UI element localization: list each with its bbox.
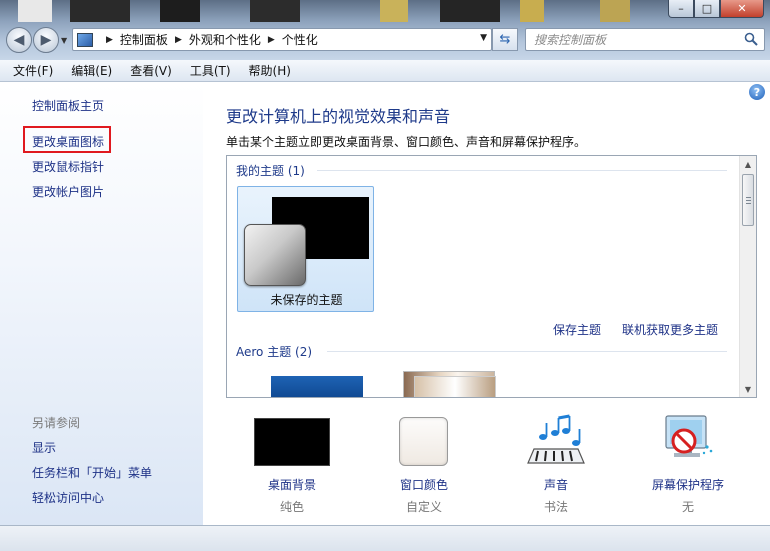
save-theme-link[interactable]: 保存主题 <box>553 321 601 338</box>
titlebar-background-strip <box>0 0 770 22</box>
help-icon[interactable]: ? <box>749 84 765 100</box>
window-titlebar: – □ ✕ ◀ ▶ ▼ ▶ 控制面板 ▶ 外观和个性化 ▶ 个性化 ▼ ⇆ <box>0 0 770 60</box>
main-content: ? 更改计算机上的视觉效果和声音 单击某个主题立即更改桌面背景、窗口颜色、声音和… <box>203 83 770 525</box>
breadcrumb-personalization[interactable]: 个性化 <box>282 31 318 48</box>
aero-theme-thumbnail-overlay <box>414 376 496 397</box>
ease-of-access-link[interactable]: 轻松访问中心 <box>32 489 104 506</box>
scroll-grip <box>746 203 751 204</box>
breadcrumb-control-panel[interactable]: 控制面板 <box>120 31 168 48</box>
menu-help[interactable]: 帮助(H) <box>237 62 297 79</box>
status-bar <box>0 525 770 551</box>
breadcrumb-arrow-icon[interactable]: ▶ <box>268 35 275 45</box>
maximize-button[interactable]: □ <box>694 0 720 18</box>
setting-value: 无 <box>681 500 694 514</box>
page-subtitle: 单击某个主题立即更改桌面背景、窗口颜色、声音和屏幕保护程序。 <box>226 135 587 149</box>
scroll-grip <box>746 200 751 201</box>
scroll-up-icon[interactable]: ▲ <box>740 156 756 172</box>
window-color-icon <box>364 413 484 468</box>
screensaver-icon <box>628 413 748 468</box>
scroll-grip <box>746 197 751 198</box>
theme-list-scrollbar[interactable]: ▲ ▼ <box>739 156 756 397</box>
my-themes-group-label: 我的主题 (1) <box>236 164 305 178</box>
theme-glass-preview <box>244 224 306 286</box>
sound-setting[interactable]: 声音 书法 <box>496 413 616 515</box>
desktop-background-preview <box>254 418 330 466</box>
control-panel-icon <box>77 32 93 47</box>
window-color-setting[interactable]: 窗口颜色 自定义 <box>364 413 484 515</box>
breadcrumb: ▶ 控制面板 ▶ 外观和个性化 ▶ 个性化 <box>99 31 318 48</box>
change-desktop-icons-link[interactable]: 更改桌面图标 <box>32 133 104 150</box>
group-divider <box>327 351 727 352</box>
address-dropdown-icon[interactable]: ▼ <box>480 33 487 43</box>
theme-list[interactable]: 我的主题 (1) 未保存的主题 保存主题 联机获取更多主题 Aero 主题 (2… <box>226 155 757 398</box>
breadcrumb-appearance[interactable]: 外观和个性化 <box>189 31 261 48</box>
display-link[interactable]: 显示 <box>32 439 56 456</box>
menu-view[interactable]: 查看(V) <box>118 62 178 79</box>
window-controls: – □ ✕ <box>668 0 764 18</box>
address-bar[interactable]: ▶ 控制面板 ▶ 外观和个性化 ▶ 个性化 ▼ <box>72 28 492 51</box>
aero-themes-group-label: Aero 主题 (2) <box>236 345 313 359</box>
aero-theme-thumbnail[interactable] <box>271 376 363 397</box>
desktop-background-setting[interactable]: 桌面背景 纯色 <box>232 413 352 515</box>
back-arrow-icon: ◀ <box>13 32 25 48</box>
setting-value: 书法 <box>543 500 568 514</box>
close-button[interactable]: ✕ <box>720 0 764 18</box>
see-also-label: 另请参阅 <box>32 416 81 430</box>
page-title: 更改计算机上的视觉效果和声音 <box>226 107 451 126</box>
menu-bar: 文件(F) 编辑(E) 查看(V) 工具(T) 帮助(H) <box>0 60 770 82</box>
menu-edit[interactable]: 编辑(E) <box>59 62 118 79</box>
setting-value: 自定义 <box>405 500 442 514</box>
refresh-icon: ⇆ <box>499 32 511 47</box>
taskbar-start-menu-link[interactable]: 任务栏和「开始」菜单 <box>32 464 152 481</box>
refresh-button[interactable]: ⇆ <box>492 28 518 51</box>
sound-icon <box>496 413 616 468</box>
window-color-preview <box>399 417 448 466</box>
sound-icon-graphic <box>527 414 585 464</box>
menu-tools[interactable]: 工具(T) <box>178 62 237 79</box>
search-icon[interactable] <box>744 32 758 46</box>
breadcrumb-arrow-icon[interactable]: ▶ <box>175 35 182 45</box>
setting-value: 纯色 <box>279 500 304 514</box>
left-nav-pane: 控制面板主页 更改桌面图标 更改鼠标指针 更改帐户图片 另请参阅 显示 任务栏和… <box>0 83 203 525</box>
theme-name: 未保存的主题 <box>270 293 343 307</box>
setting-label[interactable]: 声音 <box>496 476 616 493</box>
change-account-picture-link[interactable]: 更改帐户图片 <box>32 183 104 200</box>
breadcrumb-arrow-icon[interactable]: ▶ <box>106 35 113 45</box>
search-box <box>525 28 765 51</box>
get-more-themes-link[interactable]: 联机获取更多主题 <box>622 321 718 338</box>
search-input[interactable] <box>526 29 736 50</box>
setting-label[interactable]: 屏幕保护程序 <box>628 476 748 493</box>
group-divider <box>317 170 727 171</box>
scroll-thumb[interactable] <box>742 174 754 226</box>
setting-label[interactable]: 桌面背景 <box>232 476 352 493</box>
menu-file[interactable]: 文件(F) <box>0 62 59 79</box>
unsaved-theme-tile[interactable]: 未保存的主题 <box>237 186 374 312</box>
screensaver-icon-graphic <box>665 415 713 457</box>
desktop-background-icon <box>232 413 352 468</box>
recent-pages-dropdown-icon[interactable]: ▼ <box>61 36 67 45</box>
back-button[interactable]: ◀ <box>6 27 32 53</box>
setting-label[interactable]: 窗口颜色 <box>364 476 484 493</box>
forward-arrow-icon: ▶ <box>40 32 52 48</box>
forward-button[interactable]: ▶ <box>33 27 59 53</box>
minimize-button[interactable]: – <box>668 0 694 18</box>
control-panel-home-link[interactable]: 控制面板主页 <box>32 97 104 114</box>
scroll-down-icon[interactable]: ▼ <box>740 381 756 397</box>
change-mouse-pointers-link[interactable]: 更改鼠标指针 <box>32 158 104 175</box>
screensaver-setting[interactable]: 屏幕保护程序 无 <box>628 413 748 515</box>
